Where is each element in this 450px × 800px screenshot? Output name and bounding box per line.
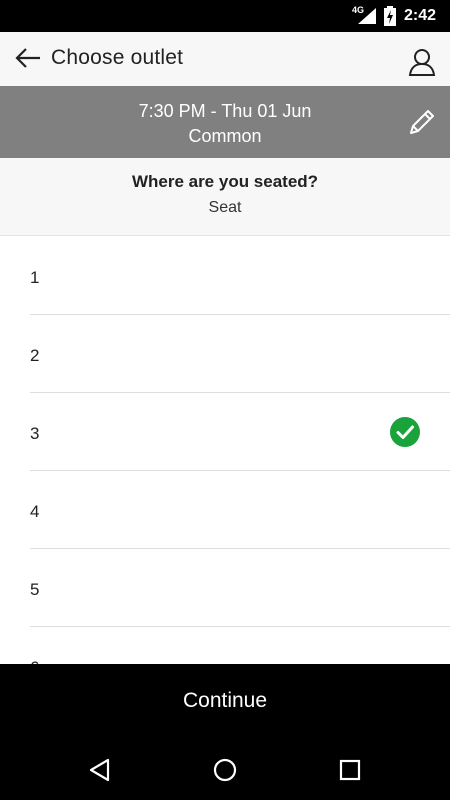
nav-home-icon[interactable]: [211, 756, 239, 784]
seat-row[interactable]: 1: [30, 237, 450, 315]
app-bar: Choose outlet: [0, 32, 450, 86]
back-arrow-icon[interactable]: [14, 46, 42, 70]
pencil-icon[interactable]: [406, 106, 438, 138]
continue-label: Continue: [182, 689, 268, 712]
seat-question-header: Where are you seated? Seat: [0, 158, 450, 236]
nav-back-icon[interactable]: [86, 756, 114, 784]
booking-summary: 7:30 PM - Thu 01 Jun Common: [0, 86, 450, 158]
seat-label: 2: [30, 346, 40, 365]
check-circle-icon: [390, 417, 420, 447]
seat-label: 4: [30, 502, 40, 521]
person-icon[interactable]: [406, 46, 438, 78]
question-title: Where are you seated?: [131, 172, 319, 191]
seat-label: 1: [30, 268, 40, 287]
clock: 2:42: [404, 7, 437, 24]
seat-row[interactable]: 5: [30, 549, 450, 627]
booking-area: Common: [188, 126, 262, 146]
question-subtitle: Seat: [208, 199, 242, 216]
system-nav-bar: [0, 738, 450, 800]
signal-icon: [358, 8, 376, 24]
status-bar: 4G 2:42: [0, 0, 450, 32]
seat-row-selected[interactable]: 3: [30, 393, 450, 471]
booking-datetime: 7:30 PM - Thu 01 Jun: [138, 101, 312, 121]
continue-button[interactable]: Continue: [0, 664, 450, 738]
seat-row[interactable]: 6: [30, 627, 450, 664]
seat-label: 5: [30, 580, 40, 599]
seat-row[interactable]: 4: [30, 471, 450, 549]
nav-recents-icon[interactable]: [336, 756, 364, 784]
seat-label: 3: [30, 424, 40, 443]
seat-list[interactable]: 1 2 3 4 5 6: [0, 237, 450, 664]
page-title: Choose outlet: [51, 46, 184, 69]
seat-row[interactable]: 2: [30, 315, 450, 393]
battery-charging-icon: [384, 6, 396, 26]
